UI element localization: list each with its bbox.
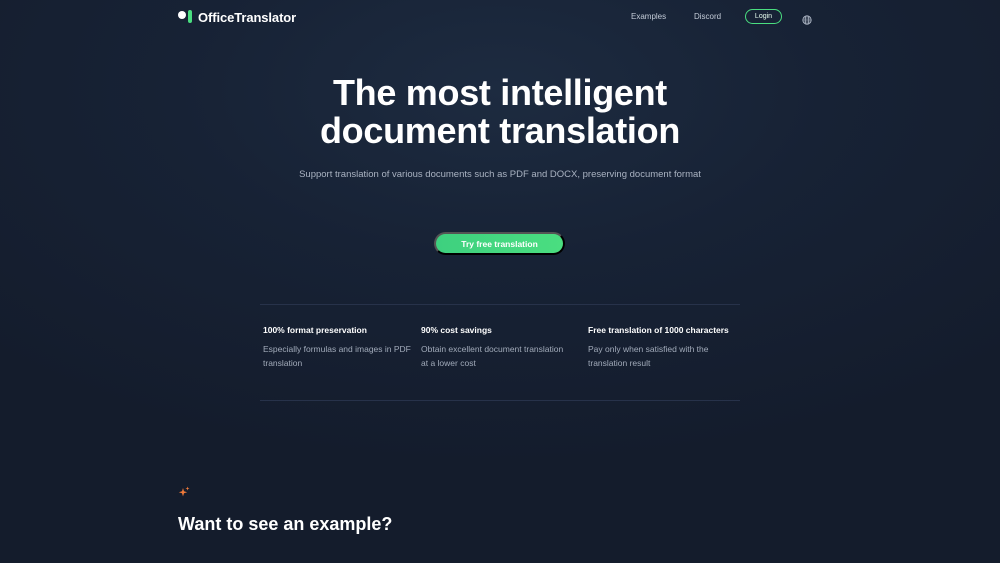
login-button[interactable]: Login (745, 9, 782, 24)
feature-item: 90% cost savings Obtain excellent docume… (421, 323, 571, 371)
try-free-translation-button[interactable]: Try free translation (434, 232, 565, 255)
logo-mark-icon (178, 10, 193, 24)
feature-description: Pay only when satisfied with the transla… (588, 343, 709, 369)
features-strip: 100% format preservation Especially form… (260, 304, 740, 401)
brand-logo[interactable]: OfficeTranslator (178, 9, 296, 25)
hero-subtitle: Support translation of various documents… (299, 169, 701, 180)
hero-title-line-2: document translation (319, 110, 681, 151)
sparkle-icon (178, 485, 190, 497)
nav-link-examples[interactable]: Examples (631, 12, 666, 22)
hero-title: The most intelligent document translatio… (0, 74, 1000, 150)
feature-item: 100% format preservation Especially form… (263, 323, 413, 371)
nav-link-discord[interactable]: Discord (694, 12, 721, 22)
logo-bar (188, 10, 192, 23)
feature-title: 90% cost savings (421, 325, 492, 335)
globe-icon[interactable] (802, 12, 812, 25)
brand-name: OfficeTranslator (198, 9, 297, 25)
feature-description: Especially formulas and images in PDF tr… (263, 343, 411, 369)
example-section-title: Want to see an example? (178, 514, 393, 534)
hero-title-line-1: The most intelligent (332, 72, 667, 113)
feature-description: Obtain excellent document translation at… (421, 343, 564, 369)
feature-title: Free translation of 1000 characters (588, 325, 729, 335)
feature-item: Free translation of 1000 characters Pay … (588, 323, 738, 371)
top-navbar: OfficeTranslator Examples Discord Login (0, 0, 1000, 34)
feature-title: 100% format preservation (263, 325, 367, 335)
logo-dot (178, 11, 186, 19)
